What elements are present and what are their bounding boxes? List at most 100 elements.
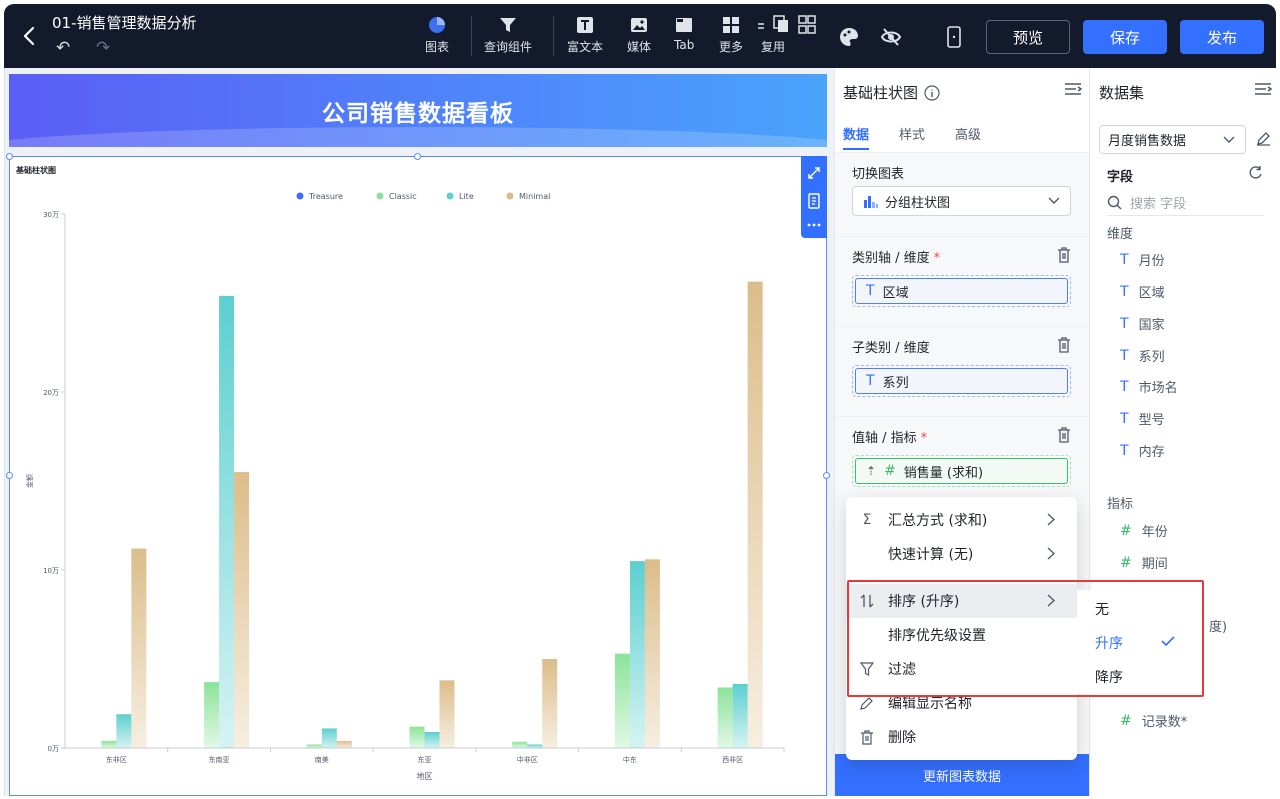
text-field-icon: T: [1120, 442, 1129, 459]
menu-item-filter[interactable]: 过滤: [846, 652, 1077, 686]
checkmark-icon: [1161, 636, 1175, 647]
resize-handle[interactable]: [823, 472, 830, 479]
image-icon: [629, 12, 649, 38]
menu-item-delete[interactable]: 删除: [846, 720, 1077, 754]
metric-field[interactable]: # 记录数*: [1120, 711, 1187, 731]
resize-handle[interactable]: [6, 153, 13, 160]
tool-media[interactable]: 媒体: [627, 12, 651, 62]
banner-title: 公司销售数据看板: [322, 100, 514, 127]
tool-richtext[interactable]: 富文本: [567, 12, 603, 62]
document-icon[interactable]: [807, 193, 821, 209]
metric-field[interactable]: # 年份: [1120, 521, 1168, 541]
x-axis-label: 地区: [417, 771, 433, 781]
legend-marker: [296, 192, 304, 200]
x-tick-label: 东南亚: [209, 755, 230, 764]
dimension-field[interactable]: T 系列: [1120, 346, 1165, 366]
dashboard-title[interactable]: 01-销售管理数据分析: [52, 12, 197, 33]
tab-icon: [674, 12, 694, 38]
menu-item-sort-priority[interactable]: 排序优先级设置: [846, 618, 1077, 652]
dimension-field[interactable]: T 国家: [1120, 314, 1165, 334]
dimension-field[interactable]: T 区域: [1120, 282, 1165, 302]
tab-advanced[interactable]: 高级: [955, 124, 981, 143]
tool-more[interactable]: 更多: [719, 12, 743, 62]
field-name: 系列: [1138, 350, 1165, 365]
bar-lite: [116, 714, 132, 748]
resize-handle[interactable]: [414, 153, 421, 160]
config-tabs: 数据 样式 高级: [843, 124, 981, 143]
redo-icon[interactable]: ↷: [96, 38, 110, 58]
hide-eye-icon[interactable]: [878, 24, 904, 50]
legend-label: Treasure: [308, 192, 343, 201]
dimension-field[interactable]: T 市场名: [1120, 377, 1178, 397]
partial-field-text: 度): [1209, 620, 1228, 635]
dimension-field[interactable]: T 内存: [1120, 441, 1165, 461]
update-chart-button[interactable]: 更新图表数据: [835, 754, 1089, 796]
tab-style[interactable]: 样式: [899, 124, 925, 143]
chart-type-value: 分组柱状图: [885, 195, 951, 211]
undo-icon[interactable]: ↶: [56, 38, 70, 58]
required-mark: *: [920, 431, 928, 446]
dimension-field[interactable]: T 型号: [1120, 409, 1165, 429]
edit-icon[interactable]: [1256, 131, 1271, 146]
publish-button[interactable]: 发布: [1180, 20, 1264, 54]
dimension-field[interactable]: T 月份: [1120, 250, 1165, 270]
subcategory-field-pill[interactable]: T 系列: [852, 365, 1071, 397]
chevron-down-icon: [1223, 136, 1235, 143]
collapse-panel-icon[interactable]: [1064, 82, 1082, 96]
value-field-pill[interactable]: ⇡ # 销售量 (求和): [852, 455, 1071, 487]
trash-icon[interactable]: [1057, 337, 1071, 353]
sort-option-none[interactable]: 无: [1095, 599, 1109, 619]
theme-palette-icon[interactable]: [836, 24, 862, 50]
bar-classic: [101, 740, 117, 748]
metric-field[interactable]: # 期间: [1120, 553, 1168, 573]
preview-button[interactable]: 预览: [986, 20, 1070, 54]
tool-query[interactable]: 查询组件: [484, 12, 532, 62]
tool-tab[interactable]: Tab: [674, 12, 694, 62]
tool-label: 媒体: [627, 40, 652, 54]
value-axis-label: 值轴 / 指标 *: [852, 427, 927, 446]
tool-label: 更多: [719, 40, 744, 54]
sort-option-asc[interactable]: 升序: [1095, 633, 1123, 653]
save-button[interactable]: 保存: [1083, 20, 1167, 54]
value-field-name: 销售量 (求和): [903, 465, 984, 481]
refresh-icon[interactable]: [1248, 165, 1263, 180]
mobile-preview-icon[interactable]: [941, 24, 967, 50]
dataset-select[interactable]: 月度销售数据: [1099, 125, 1246, 154]
trash-icon[interactable]: [1057, 427, 1071, 443]
panel-header: 基础柱状图: [843, 82, 940, 103]
trash-icon[interactable]: [1057, 247, 1071, 263]
legend-label: Minimal: [519, 192, 550, 201]
menu-item-sort[interactable]: 排序 (升序): [846, 584, 1077, 618]
number-field-icon: #: [884, 463, 896, 479]
reuse-icon: [756, 12, 818, 38]
chart-type-select[interactable]: 分组柱状图: [852, 186, 1071, 216]
menu-item-rename[interactable]: 编辑显示名称: [846, 686, 1077, 720]
sort-option-desc[interactable]: 降序: [1095, 667, 1123, 687]
filter-icon: [498, 12, 518, 38]
field-name: 市场名: [1138, 381, 1178, 396]
chart-widget[interactable]: 基础柱状图 0万 10万 20万 30万 金额 地区 Treasure Classic Lite…: [9, 156, 827, 796]
collapse-panel-icon[interactable]: [1254, 82, 1272, 96]
category-field-name: 区域: [882, 285, 909, 301]
tool-chart[interactable]: 图表: [425, 12, 449, 62]
text-field-icon: T: [1120, 378, 1129, 395]
resize-handle[interactable]: [6, 472, 13, 479]
menu-item-quick-calc[interactable]: 快速计算 (无): [846, 537, 1077, 571]
text-icon: [575, 12, 595, 38]
legend-marker: [376, 192, 384, 200]
tab-data[interactable]: 数据: [843, 124, 869, 143]
menu-item-label: 排序优先级设置: [888, 628, 986, 644]
back-icon[interactable]: [18, 22, 42, 50]
search-placeholder: 搜索 字段: [1130, 197, 1187, 212]
bar-lite: [629, 561, 645, 748]
chevron-right-icon: [1047, 513, 1055, 526]
field-search[interactable]: 搜索 字段: [1107, 190, 1264, 216]
info-icon[interactable]: [924, 84, 940, 101]
expand-icon[interactable]: [807, 166, 821, 180]
menu-item-aggregation[interactable]: Σ 汇总方式 (求和): [846, 503, 1077, 537]
tool-reuse[interactable]: 复用: [756, 12, 818, 62]
category-field-pill[interactable]: T 区域: [852, 275, 1071, 307]
dataset-name: 月度销售数据: [1108, 134, 1187, 149]
sigma-icon: Σ: [862, 512, 872, 528]
more-dots-icon[interactable]: [807, 222, 821, 228]
